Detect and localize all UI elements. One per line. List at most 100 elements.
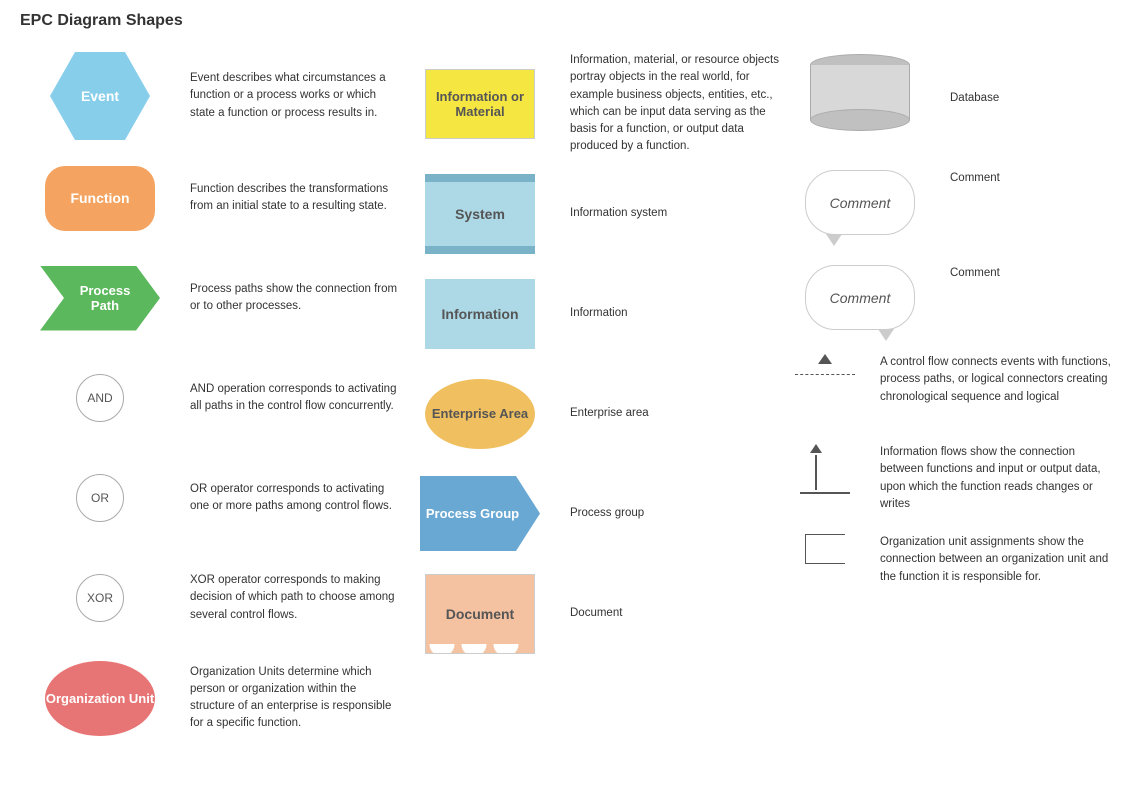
system-shape-container: System	[400, 174, 560, 254]
xor-shape: XOR	[76, 574, 124, 622]
information-desc: Information	[570, 305, 780, 322]
page-title: EPC Diagram Shapes	[0, 0, 1123, 34]
event-desc: Event describes what circumstances a fun…	[190, 70, 400, 122]
info-flow-vline	[815, 455, 817, 490]
function-row: Function Function describes the transfor…	[20, 148, 400, 248]
comment2-shape-container: Comment	[780, 265, 940, 330]
info-material-label: Information or Material	[426, 89, 534, 119]
document-desc: Document	[570, 605, 780, 622]
comment1-label: Comment	[830, 195, 891, 211]
org-flow-shape	[805, 534, 845, 564]
comment2-row: Comment Comment	[780, 249, 1113, 344]
process-path-shape: Process Path	[40, 266, 160, 331]
control-flow-row: A control flow connects events with func…	[780, 344, 1113, 434]
system-desc: Information system	[570, 205, 780, 222]
org-unit-shape-container: Organization Unit	[20, 661, 180, 736]
xor-desc: XOR operator corresponds to making decis…	[190, 572, 400, 624]
process-path-desc: Process paths show the connection from o…	[190, 281, 400, 316]
org-flow-bracket	[805, 534, 845, 564]
system-label: System	[455, 206, 505, 222]
event-row: Event Event describes what circumstances…	[20, 44, 400, 148]
control-flow-arrow	[818, 354, 832, 364]
enterprise-label: Enterprise Area	[432, 406, 528, 421]
org-flow-shape-container	[780, 534, 870, 564]
xor-row: XOR XOR operator corresponds to making d…	[20, 548, 400, 648]
process-group-row: Process Group Process group	[400, 464, 780, 564]
event-label: Event	[81, 88, 119, 104]
and-shape-container: AND	[20, 374, 180, 422]
xor-label: XOR	[87, 591, 113, 605]
information-row: Information Information	[400, 264, 780, 364]
column-2: Information or Material Information, mat…	[400, 44, 780, 748]
org-flow-row: Organization unit assignments show the c…	[780, 524, 1113, 614]
process-path-label: Process Path	[70, 283, 140, 313]
comment1-shape-container: Comment	[780, 170, 940, 235]
comment1-desc: Comment	[950, 170, 1113, 187]
and-row: AND AND operation corresponds to activat…	[20, 348, 400, 448]
control-flow-shape-container	[780, 354, 870, 375]
control-flow-line	[795, 374, 855, 375]
enterprise-shape-container: Enterprise Area	[400, 379, 560, 449]
enterprise-shape: Enterprise Area	[425, 379, 535, 449]
document-label: Document	[446, 606, 514, 622]
and-shape: AND	[76, 374, 124, 422]
document-shape-el: Document	[425, 574, 535, 654]
function-shape: Function	[45, 166, 155, 231]
db-bottom	[810, 109, 910, 131]
information-shape: Information	[425, 279, 535, 349]
or-shape-container: OR	[20, 474, 180, 522]
system-shape: System	[425, 174, 535, 254]
database-shape-container	[780, 54, 940, 144]
event-shape: Event	[50, 52, 150, 140]
information-shape-container: Information	[400, 279, 560, 349]
info-flow-shape-container	[780, 444, 870, 494]
function-shape-container: Function	[20, 166, 180, 231]
function-label: Function	[70, 190, 129, 206]
column-3: Database Comment Comment Comment Comment	[780, 44, 1113, 748]
information-label: Information	[442, 306, 519, 322]
info-material-shape-container: Information or Material	[400, 69, 560, 139]
comment2-label: Comment	[830, 290, 891, 306]
info-flow-hline	[800, 492, 850, 494]
process-group-shape: Process Group	[420, 476, 540, 551]
comment2-shape: Comment	[805, 265, 915, 330]
comment2-desc: Comment	[950, 265, 1113, 282]
system-row: System Information system	[400, 164, 780, 264]
org-unit-shape: Organization Unit	[45, 661, 155, 736]
info-material-shape: Information or Material	[425, 69, 535, 139]
document-shape-container: Document	[400, 574, 560, 654]
info-material-desc: Information, material, or resource objec…	[570, 52, 780, 156]
info-flow-shape	[800, 444, 850, 494]
comment1-row: Comment Comment	[780, 154, 1113, 249]
or-shape: OR	[76, 474, 124, 522]
process-group-label: Process Group	[426, 506, 519, 521]
column-1: Event Event describes what circumstances…	[20, 44, 400, 748]
info-material-row: Information or Material Information, mat…	[400, 44, 780, 164]
info-flow-arrow	[810, 444, 822, 453]
org-unit-label: Organization Unit	[46, 691, 154, 706]
enterprise-row: Enterprise Area Enterprise area	[400, 364, 780, 464]
database-row: Database	[780, 44, 1113, 154]
and-label: AND	[87, 391, 112, 405]
or-row: OR OR operator corresponds to activating…	[20, 448, 400, 548]
org-unit-row: Organization Unit Organization Units det…	[20, 648, 400, 748]
process-path-shape-container: Process Path	[20, 266, 180, 331]
control-flow-desc: A control flow connects events with func…	[880, 354, 1113, 406]
org-unit-desc: Organization Units determine which perso…	[190, 664, 400, 733]
database-desc: Database	[950, 90, 1113, 107]
xor-shape-container: XOR	[20, 574, 180, 622]
process-group-desc: Process group	[570, 505, 780, 522]
and-desc: AND operation corresponds to activating …	[190, 381, 400, 416]
event-shape-container: Event	[20, 52, 180, 140]
process-group-shape-container: Process Group	[400, 476, 560, 551]
info-flow-desc: Information flows show the connection be…	[880, 444, 1113, 513]
comment1-shape: Comment	[805, 170, 915, 235]
control-flow-shape	[795, 354, 855, 375]
enterprise-desc: Enterprise area	[570, 405, 780, 422]
or-desc: OR operator corresponds to activating on…	[190, 481, 400, 516]
database-shape-el	[810, 54, 910, 144]
process-path-row: Process Path Process paths show the conn…	[20, 248, 400, 348]
document-row: Document Document	[400, 564, 780, 664]
function-desc: Function describes the transformations f…	[190, 181, 400, 216]
or-label: OR	[91, 491, 109, 505]
